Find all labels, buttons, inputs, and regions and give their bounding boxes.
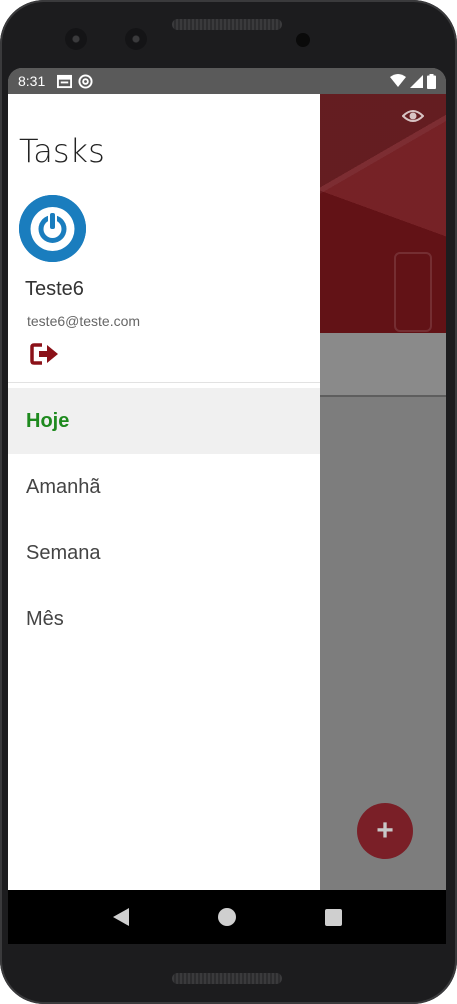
eye-icon[interactable] <box>402 108 424 124</box>
menu-item-hoje[interactable]: Hoje <box>8 388 320 454</box>
proximity-sensor <box>296 33 310 47</box>
calendar-icon <box>57 74 73 88</box>
screen: 8:31 + Tasks Teste6 teste6@teste.com Hoj… <box>8 68 446 944</box>
drawer-menu: Hoje Amanhã Semana Mês <box>8 388 320 652</box>
power-logo-icon <box>19 195 86 262</box>
at-sign-icon <box>78 73 93 89</box>
menu-item-mes[interactable]: Mês <box>8 586 320 652</box>
signal-icon <box>410 74 423 88</box>
user-name: Teste6 <box>25 278 84 300</box>
phone-frame: 8:31 + Tasks Teste6 teste6@teste.com Hoj… <box>0 0 457 1004</box>
front-camera-icon <box>65 28 87 50</box>
avatar <box>19 195 86 262</box>
status-bar: 8:31 <box>8 68 446 94</box>
status-time: 8:31 <box>18 73 46 89</box>
wifi-icon <box>390 74 406 87</box>
recent-apps-icon[interactable] <box>324 908 342 926</box>
home-icon[interactable] <box>217 908 236 926</box>
logout-icon[interactable] <box>30 342 60 366</box>
menu-item-semana[interactable]: Semana <box>8 520 320 586</box>
back-icon[interactable] <box>112 908 129 926</box>
add-task-button[interactable]: + <box>357 803 413 859</box>
menu-item-amanha[interactable]: Amanhã <box>8 454 320 520</box>
drawer-title: Tasks <box>19 132 105 170</box>
system-nav-bar <box>8 890 446 944</box>
battery-icon <box>427 73 436 89</box>
drawer-divider <box>8 382 320 383</box>
plus-icon: + <box>376 814 394 847</box>
front-camera-icon <box>125 28 147 50</box>
top-speaker <box>172 19 282 30</box>
navigation-drawer: Tasks Teste6 teste6@teste.com Hoje Amanh… <box>8 94 320 890</box>
bottom-speaker <box>172 973 282 984</box>
user-email: teste6@teste.com <box>27 313 141 329</box>
app-subheader <box>320 333 446 395</box>
status-right-icons <box>390 73 436 89</box>
header-phone-illustration <box>394 252 432 332</box>
